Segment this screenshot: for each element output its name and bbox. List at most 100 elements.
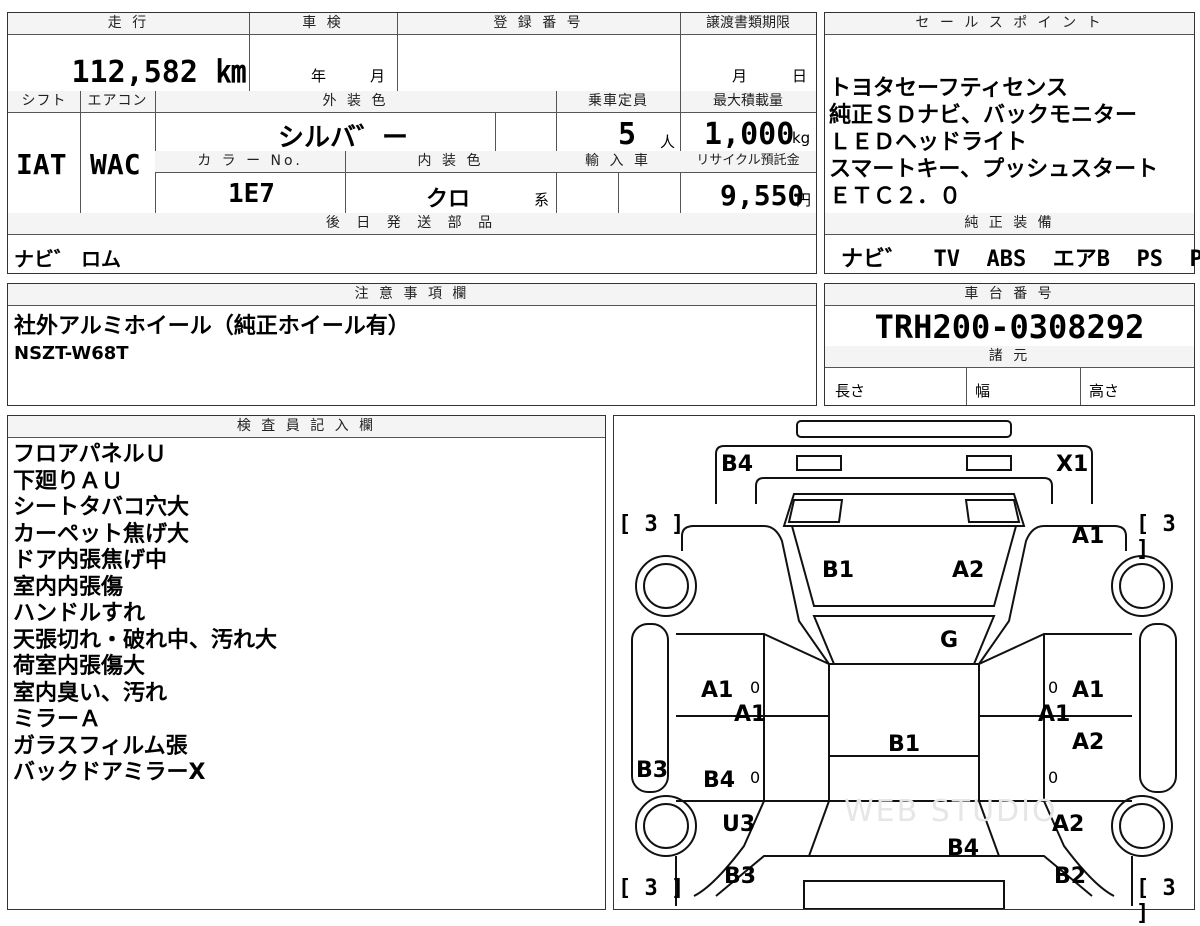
spec-header: 諸 元 bbox=[825, 346, 1194, 368]
inspector-line: 室内臭い、汚れ bbox=[13, 680, 168, 706]
chassis-header: 車 台 番 号 bbox=[825, 284, 1194, 306]
damage-label: B4 bbox=[703, 768, 736, 793]
damage-label: A1 bbox=[1038, 702, 1071, 727]
inspector-line: 下廻りＡＵ bbox=[13, 468, 124, 494]
damage-label: B3 bbox=[724, 864, 757, 889]
inspector-line: カーペット焦げ大 bbox=[13, 521, 190, 547]
inspector-line: ミラーＡ bbox=[13, 707, 102, 732]
damage-label: B3 bbox=[636, 758, 669, 783]
registration-header: 登 録 番 号 bbox=[397, 13, 680, 35]
shift-value: IAT bbox=[16, 148, 67, 181]
damage-label: A1 bbox=[734, 702, 767, 727]
color-no-value: 1E7 bbox=[228, 179, 275, 209]
damage-label: B1 bbox=[888, 732, 921, 757]
damage-label: B4 bbox=[947, 836, 980, 861]
inspection-header: 車 検 bbox=[249, 13, 397, 35]
exterior-header: 外 装 色 bbox=[155, 91, 556, 113]
capacity-header: 乗車定員 bbox=[556, 91, 680, 113]
tire-rating-left-rear: [ 3 ] bbox=[618, 512, 685, 537]
damage-label: G bbox=[940, 628, 959, 653]
damage-label: A1 bbox=[1072, 678, 1105, 703]
inspector-block: 検 査 員 記 入 欄 フロアパネルＵ 下廻りＡＵ シートタバコ穴大 カーペット… bbox=[7, 415, 606, 910]
sales-line: 純正ＳＤナビ、バックモニター bbox=[829, 103, 1138, 128]
sales-lines: トヨタセーフティセンス 純正ＳＤナビ、バックモニター ＬＥＤヘッドライト スマー… bbox=[829, 75, 1158, 210]
inspector-line: 室内内張傷 bbox=[13, 574, 124, 600]
inspector-line: フロアパネルＵ bbox=[13, 442, 167, 467]
recycle-unit: 円 bbox=[796, 191, 812, 209]
car-outline bbox=[631, 420, 1177, 909]
tire-rating-right-front: [ 3 ] bbox=[1136, 876, 1176, 926]
damage-label: A2 bbox=[952, 558, 985, 583]
equipment-item: ナビ゛ bbox=[841, 247, 908, 272]
exterior-value: シルバ゛ー bbox=[278, 123, 409, 153]
inspector-header: 検 査 員 記 入 欄 bbox=[8, 416, 605, 438]
import-header: 輸 入 車 bbox=[556, 151, 680, 173]
deadline-header: 譲渡書類期限 bbox=[680, 13, 816, 35]
inspector-line: ガラスフィルム張 bbox=[13, 733, 188, 759]
equipment-item: PW bbox=[1189, 247, 1200, 272]
shift-header: シフト bbox=[8, 91, 80, 113]
recycle-value: 9,550 bbox=[720, 179, 805, 212]
caution-header: 注 意 事 項 欄 bbox=[8, 284, 816, 306]
sales-header: セ ー ル ス ポ イ ン ト bbox=[825, 13, 1194, 35]
chassis-block: 車 台 番 号 TRH200-0308292 諸 元 長さ 幅 高さ bbox=[824, 283, 1195, 406]
deadline-month: 月 bbox=[732, 67, 748, 85]
damage-label: B2 bbox=[1054, 864, 1087, 889]
door-mark: 0 bbox=[750, 678, 761, 697]
sales-line: ＬＥＤヘッドライト bbox=[829, 130, 1028, 155]
tire-rating-left-front: [ 3 ] bbox=[618, 876, 685, 901]
inspection-month: 月 bbox=[370, 67, 386, 85]
caution-block: 注 意 事 項 欄 社外アルミホイール（純正ホイール有） NSZT-W68T bbox=[7, 283, 817, 406]
caution-lines: 社外アルミホイール（純正ホイール有） NSZT-W68T bbox=[14, 312, 410, 366]
inspector-line: ハンドルすれ bbox=[13, 601, 146, 626]
load-header: 最大積載量 bbox=[680, 91, 816, 113]
capacity-value: 5 bbox=[618, 117, 637, 152]
damage-label: U3 bbox=[722, 812, 756, 837]
caution-line: NSZT-W68T bbox=[14, 343, 129, 364]
capacity-unit: 人 bbox=[660, 133, 676, 151]
equipment-item: PS bbox=[1136, 247, 1164, 272]
damage-label: A2 bbox=[1072, 730, 1105, 755]
inspector-line: ドア内張焦げ中 bbox=[13, 548, 168, 573]
mileage-value: 112,582 ㎞ bbox=[71, 55, 247, 90]
tire-rating-right-rear: [ 3 ] bbox=[1136, 512, 1176, 562]
length-label: 長さ bbox=[835, 382, 866, 400]
inspector-lines: フロアパネルＵ 下廻りＡＵ シートタバコ穴大 カーペット焦げ大 ドア内張焦げ中 … bbox=[13, 442, 277, 787]
inspector-line: バックドアミラーX bbox=[13, 760, 206, 785]
parts-header: 後 日 発 送 部 品 bbox=[8, 213, 816, 235]
chassis-number: TRH200-0308292 bbox=[874, 308, 1145, 346]
vehicle-info-block: 走 行 車 検 登 録 番 号 譲渡書類期限 112,582 ㎞ 年 月 月 日… bbox=[7, 12, 817, 274]
damage-label: X1 bbox=[1056, 452, 1089, 477]
caution-line: 社外アルミホイール（純正ホイール有） bbox=[14, 314, 410, 339]
mileage-header: 走 行 bbox=[8, 13, 249, 35]
damage-label: A1 bbox=[1072, 524, 1105, 549]
equipment-list: ナビ゛ TV ABS エアB PS PW bbox=[841, 241, 1200, 273]
recycle-header: リサイクル預託金 bbox=[680, 151, 816, 173]
load-unit: kg bbox=[792, 129, 811, 147]
color-no-header: カ ラ ー No. bbox=[155, 151, 345, 173]
damage-diagram: [ 3 ] [ 3 ] [ 3 ] [ 3 ] B4 X1 A1 B1 A2 G… bbox=[613, 415, 1195, 926]
door-mark: 0 bbox=[1048, 768, 1059, 787]
sales-line: トヨタセーフティセンス bbox=[829, 76, 1068, 101]
door-mark: 0 bbox=[750, 768, 761, 787]
damage-label: A1 bbox=[701, 678, 734, 703]
load-value: 1,000 bbox=[704, 117, 795, 152]
equipment-item: ABS bbox=[986, 247, 1027, 272]
deadline-day: 日 bbox=[792, 67, 808, 85]
equipment-header: 純 正 装 備 bbox=[825, 213, 1194, 235]
equipment-item: エアB bbox=[1052, 247, 1111, 272]
watermark: WEB STUDIO bbox=[844, 794, 1058, 829]
interior-value: クロ bbox=[426, 187, 471, 212]
height-label: 高さ bbox=[1089, 382, 1120, 400]
door-mark: 0 bbox=[1048, 678, 1059, 697]
inspector-line: シートタバコ穴大 bbox=[13, 495, 190, 520]
sales-point-block: セ ー ル ス ポ イ ン ト トヨタセーフティセンス 純正ＳＤナビ、バックモニ… bbox=[824, 12, 1200, 274]
interior-suffix: 系 bbox=[534, 191, 550, 209]
damage-label: B4 bbox=[721, 452, 754, 477]
sales-line: ＥＴＣ２．０ bbox=[829, 184, 962, 209]
width-label: 幅 bbox=[975, 382, 991, 400]
inspection-year: 年 bbox=[311, 67, 327, 85]
equipment-item: TV bbox=[933, 247, 961, 272]
parts-value: ナビ゛ ロム bbox=[14, 247, 121, 271]
sales-line: スマートキー、プッシュスタート bbox=[829, 157, 1159, 182]
